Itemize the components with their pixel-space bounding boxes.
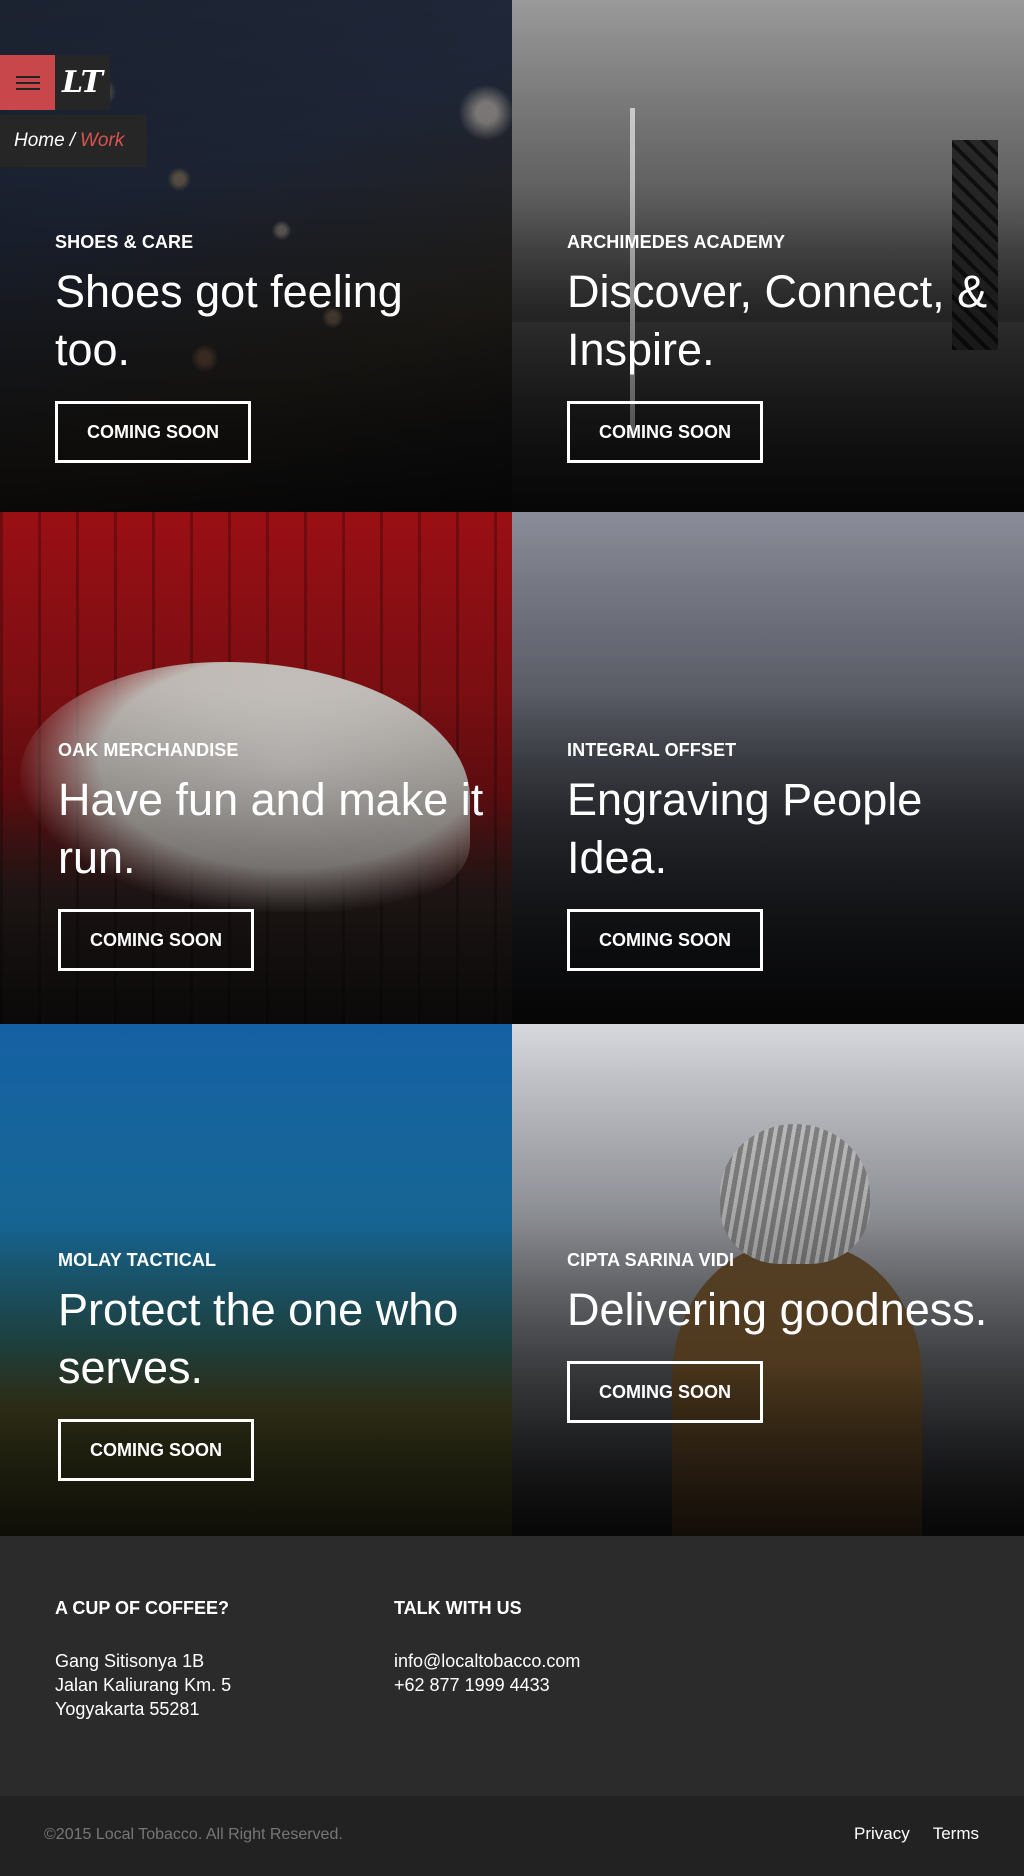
project-client: MOLAY TACTICAL [58, 1250, 217, 1270]
work-grid: SHOES & CARE Shoes got feeling too. COMI… [0, 0, 1024, 1536]
project-tile-archimedes-academy[interactable]: ARCHIMEDES ACADEMY Discover, Connect, & … [512, 0, 1024, 512]
project-headline: Engraving People Idea. [567, 774, 923, 883]
project-client: SHOES & CARE [55, 232, 194, 252]
address-line: Jalan Kaliurang Km. 5 [55, 1675, 232, 1695]
coming-soon-button[interactable]: COMING SOON [58, 1419, 254, 1481]
coming-soon-button[interactable]: COMING SOON [55, 401, 251, 463]
hamburger-icon [15, 75, 40, 90]
project-headline: Protect the one who serves. [58, 1284, 459, 1393]
project-client: OAK MERCHANDISE [58, 740, 239, 760]
footer-contact-title: TALK WITH US [394, 1598, 522, 1618]
project-headline: Have fun and make it run. [58, 774, 484, 883]
coming-soon-button[interactable]: COMING SOON [567, 1361, 763, 1423]
address-line: Gang Sitisonya 1B [55, 1651, 205, 1671]
project-client: CIPTA SARINA VIDI [567, 1250, 735, 1270]
coming-soon-button[interactable]: COMING SOON [567, 909, 763, 971]
breadcrumb-home-link[interactable]: Home [14, 130, 65, 152]
footer-address-title: A CUP OF COFFEE? [55, 1598, 230, 1618]
copyright-text: ©2015 Local Tobacco. All Right Reserved. [44, 1826, 343, 1843]
project-tile-cipta-sarina-vidi[interactable]: CIPTA SARINA VIDI Delivering goodness. C… [512, 1024, 1024, 1536]
footer-bottom-bar: ©2015 Local Tobacco. All Right Reserved.… [0, 1796, 1024, 1876]
email-link[interactable]: info@localtobacco.com [394, 1651, 580, 1671]
project-tile-oak-merchandise[interactable]: OAK MERCHANDISE Have fun and make it run… [0, 512, 512, 1024]
phone-link[interactable]: +62 877 1999 4433 [394, 1675, 550, 1695]
coming-soon-button[interactable]: COMING SOON [58, 909, 254, 971]
project-headline: Delivering goodness. [567, 1284, 988, 1335]
breadcrumb-current: Work [79, 130, 125, 151]
terms-link[interactable]: Terms [933, 1824, 979, 1844]
privacy-link[interactable]: Privacy [854, 1824, 910, 1844]
hamburger-menu-button[interactable] [0, 55, 55, 110]
breadcrumb: Home / Work [0, 115, 147, 167]
footer: A CUP OF COFFEE? Gang Sitisonya 1B Jalan… [0, 1536, 1024, 1796]
address-line: Yogyakarta 55281 [55, 1699, 200, 1719]
footer-address-column: A CUP OF COFFEE? Gang Sitisonya 1B Jalan… [55, 1598, 231, 1721]
coming-soon-button[interactable]: COMING SOON [567, 401, 763, 463]
project-headline: Shoes got feeling too. [55, 266, 403, 375]
project-tile-molay-tactical[interactable]: MOLAY TACTICAL Protect the one who serve… [0, 1024, 512, 1536]
project-tile-integral-offset[interactable]: INTEGRAL OFFSET Engraving People Idea. C… [512, 512, 1024, 1024]
site-logo[interactable]: LT [55, 55, 110, 110]
footer-links: Privacy Terms [854, 1824, 979, 1844]
project-client: INTEGRAL OFFSET [567, 740, 737, 760]
footer-contact-column: TALK WITH US info@localtobacco.com +62 8… [394, 1598, 580, 1697]
breadcrumb-separator: / [69, 130, 75, 151]
project-client: ARCHIMEDES ACADEMY [567, 232, 786, 252]
project-headline: Discover, Connect, & Inspire. [567, 266, 988, 375]
